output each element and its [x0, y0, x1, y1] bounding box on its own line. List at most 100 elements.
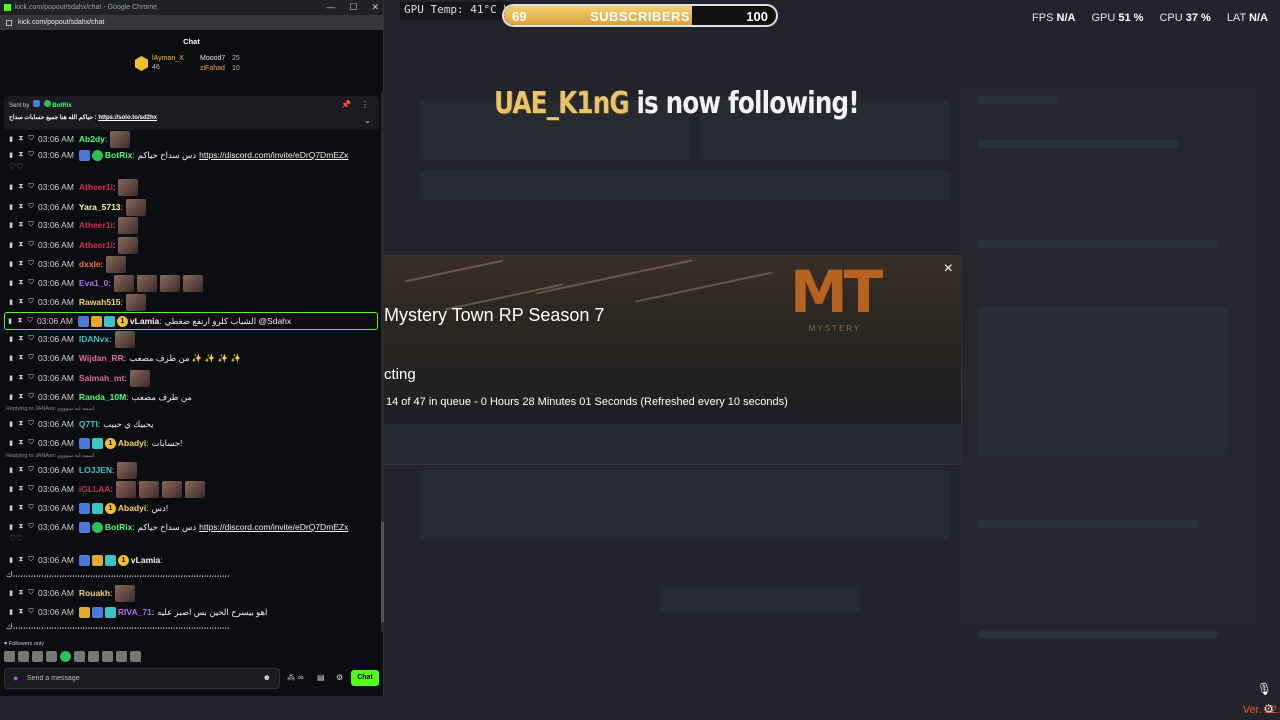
pin-message-icon[interactable]: ▮ — [6, 523, 16, 531]
username[interactable]: dxxle — [79, 259, 101, 269]
pinned-message[interactable]: Sent by BotRix حياكم الله هنا جميع حسابا… — [4, 96, 379, 130]
chat-message[interactable]: ▮ ⧗ ⛉ 03:06 AM Yara_5713: — [6, 198, 376, 216]
username[interactable]: Abadyi — [118, 438, 146, 448]
pin-message-icon[interactable]: ▮ — [5, 317, 15, 325]
pin-message-icon[interactable]: ▮ — [6, 589, 16, 597]
gifter-name[interactable]: ziFahad — [200, 65, 225, 72]
hourglass-icon[interactable]: ⧗ — [16, 279, 26, 287]
hourglass-icon[interactable]: ⧗ — [16, 151, 26, 159]
gear-icon[interactable]: ⚙ — [336, 673, 343, 682]
hourglass-icon[interactable]: ⧗ — [16, 504, 26, 512]
chat-message[interactable]: ▮ ⧗ ⛉ 03:06 AM Randa_10M: من طرف مصعب — [6, 388, 376, 406]
hourglass-icon[interactable]: ⧗ — [16, 393, 26, 401]
pin-message-icon[interactable]: ▮ — [6, 420, 16, 428]
chat-message[interactable]: ▮ ⧗ ⛉ 03:06 AM LOJJEN: — [6, 461, 376, 479]
pin-message-icon[interactable]: ▮ — [6, 608, 16, 616]
shield-icon[interactable]: ⛉ — [26, 279, 36, 287]
username[interactable]: Ab2dy — [79, 134, 105, 144]
gift-icon[interactable]: ⁂ — [287, 673, 295, 682]
pin-icon[interactable]: 📌 — [341, 100, 351, 109]
avatar[interactable] — [102, 651, 113, 662]
gifter-name[interactable]: Moood7 — [200, 55, 225, 62]
username[interactable]: Salmah_mt — [79, 373, 124, 383]
avatar[interactable] — [60, 651, 71, 662]
site-info-icon[interactable] — [6, 19, 12, 26]
username[interactable]: Abadyi — [118, 503, 146, 513]
shield-icon[interactable]: ⛉ — [26, 151, 36, 159]
chat-message[interactable]: ▮ ⧗ ⛉ 03:06 AM Rouakh: — [6, 584, 376, 602]
pin-message-icon[interactable]: ▮ — [6, 393, 16, 401]
username[interactable]: Randa_10M — [79, 392, 126, 402]
avatar[interactable] — [88, 651, 99, 662]
pin-message-icon[interactable]: ▮ — [6, 439, 16, 447]
shield-icon[interactable]: ⛉ — [26, 420, 36, 428]
close-window-button[interactable]: ✕ — [371, 2, 379, 13]
shield-icon[interactable]: ⛉ — [26, 556, 36, 564]
username[interactable]: Wijdan_RR — [79, 353, 124, 363]
chat-input[interactable] — [27, 669, 257, 688]
shield-icon[interactable]: ⛉ — [26, 183, 36, 191]
chat-message[interactable]: ▮ ⧗ ⛉ 03:06 AM 1 Abadyi: دس! — [6, 499, 376, 517]
chat-message[interactable]: ▮ ⧗ ⛉ 03:06 AM Rawah515: — [6, 293, 376, 311]
username[interactable]: Atheer1i — [79, 182, 113, 192]
pin-message-icon[interactable]: ▮ — [6, 260, 16, 268]
chat-message[interactable]: ▮ ⧗ ⛉ 03:06 AM 1 vLamia: الشباب كلرو ارتفع ضغط… — [4, 312, 378, 330]
hourglass-icon[interactable]: ⧗ — [16, 183, 26, 191]
username[interactable]: vLamia — [130, 316, 159, 326]
pin-message-icon[interactable]: ▮ — [6, 466, 16, 474]
hourglass-icon[interactable]: ⧗ — [16, 335, 26, 343]
hourglass-icon[interactable]: ⧗ — [16, 556, 26, 564]
avatar[interactable] — [74, 651, 85, 662]
chat-message[interactable]: ▮ ⧗ ⛉ 03:06 AM BotRix: دس سداح حياكم https://d… — [6, 146, 376, 164]
shield-icon[interactable]: ⛉ — [26, 260, 36, 268]
avatar[interactable] — [130, 651, 141, 662]
chat-message[interactable]: ▮ ⧗ ⛉ 03:06 AM Atheer1i: — [6, 216, 376, 234]
pin-message-icon[interactable]: ▮ — [6, 203, 16, 211]
shield-icon[interactable]: ⛉ — [25, 317, 35, 325]
username[interactable]: RIVA_71 — [118, 607, 152, 617]
shield-icon[interactable]: ⛉ — [26, 485, 36, 493]
chat-message[interactable]: ▮ ⧗ ⛉ 03:06 AM BotRix: دس سداح حياكم https://d… — [6, 518, 376, 536]
chat-message[interactable]: ▮ ⧗ ⛉ 03:06 AM Eva1_0: — [6, 274, 376, 292]
username[interactable]: Rawah515 — [79, 297, 121, 307]
shield-icon[interactable]: ⛉ — [26, 354, 36, 362]
message-link[interactable]: https://discord.com/invite/eDrQ7DmEZx — [199, 522, 348, 532]
message-composer[interactable]: ● ☻ — [4, 668, 280, 689]
pinned-link[interactable]: https://solo.to/sd2hx — [98, 115, 157, 121]
hourglass-icon[interactable]: ⧗ — [16, 485, 26, 493]
hourglass-icon[interactable]: ⧗ — [16, 589, 26, 597]
shield-icon[interactable]: ⛉ — [26, 439, 36, 447]
gifter-name[interactable]: lAyman_X — [152, 55, 184, 62]
hourglass-icon[interactable]: ⧗ — [16, 260, 26, 268]
username[interactable]: iGLLAA — [79, 484, 111, 494]
shield-icon[interactable]: ⛉ — [26, 335, 36, 343]
username[interactable]: LOJJEN — [79, 465, 112, 475]
hourglass-icon[interactable]: ⧗ — [16, 466, 26, 474]
emoji-icon[interactable]: ☻ — [263, 673, 271, 682]
pin-message-icon[interactable]: ▮ — [6, 183, 16, 191]
avatar[interactable] — [18, 651, 29, 662]
shield-icon[interactable]: ⛉ — [26, 135, 36, 143]
pin-message-icon[interactable]: ▮ — [6, 504, 16, 512]
username[interactable]: Atheer1i — [79, 220, 113, 230]
avatar[interactable] — [32, 651, 43, 662]
pin-message-icon[interactable]: ▮ — [6, 241, 16, 249]
chevron-down-icon[interactable]: ⌄ — [364, 116, 371, 125]
chat-message[interactable]: ▮ ⧗ ⛉ 03:06 AM dxxle: — [6, 255, 376, 273]
avatar[interactable] — [46, 651, 57, 662]
shield-icon[interactable]: ⛉ — [26, 466, 36, 474]
username[interactable]: Yara_5713 — [79, 202, 121, 212]
shield-icon[interactable]: ⛉ — [26, 589, 36, 597]
username[interactable]: BotRix — [105, 150, 132, 160]
close-modal-button[interactable]: × — [944, 260, 953, 278]
shield-icon[interactable]: ⛉ — [26, 374, 36, 382]
more-options-icon[interactable]: ⋮ — [361, 100, 369, 109]
infinity-icon[interactable]: ∞ — [298, 673, 304, 682]
hourglass-icon[interactable]: ⧗ — [16, 420, 26, 428]
scroll-thumb[interactable] — [381, 522, 384, 622]
shield-icon[interactable]: ⛉ — [26, 523, 36, 531]
chat-message[interactable]: ▮ ⧗ ⛉ 03:06 AM Q7TI: يحبيك ي حبيب — [6, 415, 376, 433]
shield-icon[interactable]: ⛉ — [26, 608, 36, 616]
message-link[interactable]: https://discord.com/invite/eDrQ7DmEZx — [199, 150, 348, 160]
chat-message[interactable]: ▮ ⧗ ⛉ 03:06 AM Wijdan_RR: من طرف مصعب ✨ ✨ ✨ ✨ — [6, 349, 376, 367]
